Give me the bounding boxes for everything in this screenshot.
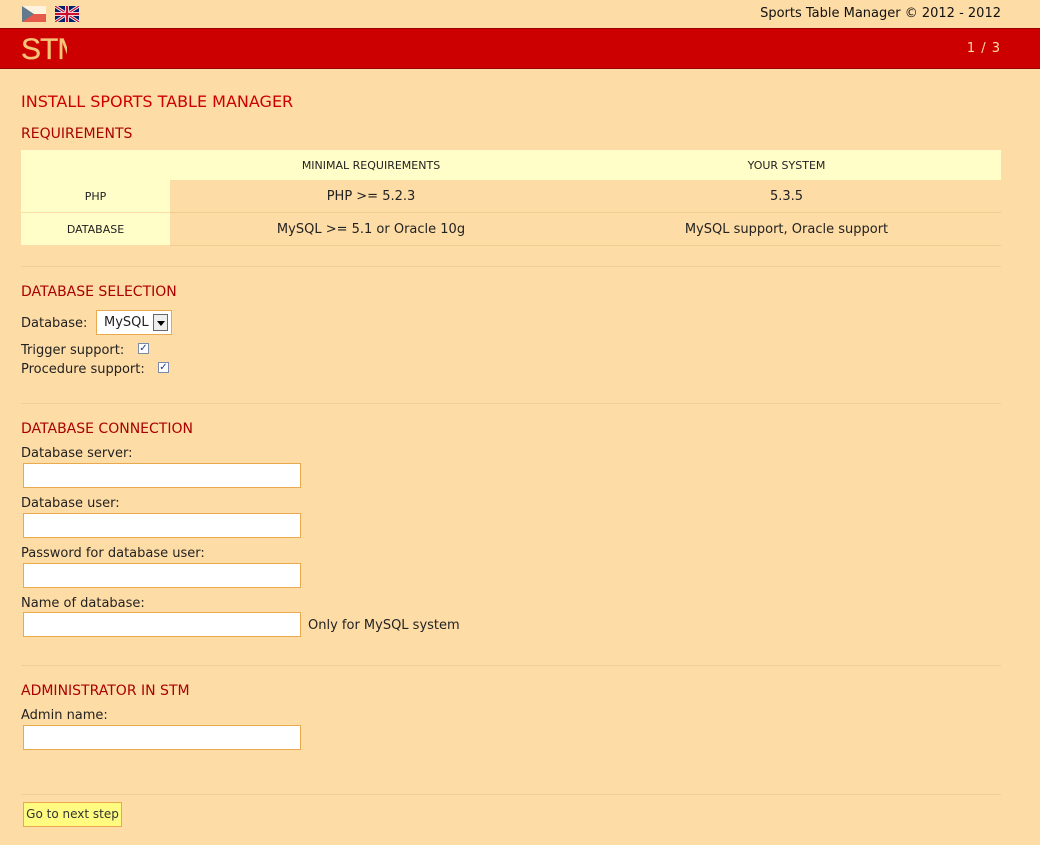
admin-heading: ADMINISTRATOR IN STM: [21, 683, 190, 699]
admin-name-label: Admin name:: [21, 708, 108, 723]
trigger-support-label: Trigger support:: [21, 343, 125, 358]
admin-name-input[interactable]: [23, 725, 301, 750]
db-server-input[interactable]: [23, 463, 301, 488]
db-connection-heading: DATABASE CONNECTION: [21, 421, 193, 437]
db-name-input[interactable]: [23, 612, 301, 637]
chevron-down-icon[interactable]: [153, 314, 168, 331]
page-title: INSTALL SPORTS TABLE MANAGER: [21, 92, 294, 111]
czech-flag-icon[interactable]: [22, 6, 46, 22]
php-system: 5.3.5: [572, 180, 1001, 213]
table-row: DATABASE MySQL >= 5.1 or Oracle 10g MySQ…: [21, 212, 1001, 246]
database-select[interactable]: MySQL: [96, 310, 172, 335]
database-system: MySQL support, Oracle support: [572, 212, 1001, 246]
divider: [21, 266, 1001, 267]
db-user-input[interactable]: [23, 513, 301, 538]
db-password-label: Password for database user:: [21, 546, 205, 561]
divider: [21, 665, 1001, 666]
database-minimal: MySQL >= 5.1 or Oracle 10g: [170, 212, 572, 246]
top-bar: Sports Table Manager © 2012 - 2012: [0, 0, 1040, 28]
db-selection-heading: DATABASE SELECTION: [21, 284, 177, 300]
db-name-hint: Only for MySQL system: [308, 618, 460, 633]
header-bar: STM 1 / 3: [0, 28, 1040, 69]
table-header-empty: [21, 150, 170, 180]
uk-flag-icon[interactable]: [55, 6, 79, 22]
copyright-text: Sports Table Manager © 2012 - 2012: [760, 6, 1001, 21]
trigger-support-checkbox[interactable]: ✓: [138, 343, 149, 354]
php-minimal: PHP >= 5.2.3: [170, 180, 572, 213]
procedure-support-checkbox[interactable]: ✓: [158, 362, 169, 373]
next-step-button[interactable]: Go to next step: [23, 802, 122, 827]
database-label: Database:: [21, 316, 88, 331]
db-server-label: Database server:: [21, 446, 133, 461]
page-counter: 1 / 3: [966, 41, 1001, 56]
row-label-php: PHP: [21, 180, 170, 213]
stm-logo: STM: [21, 33, 67, 63]
database-select-value: MySQL: [104, 315, 149, 330]
requirements-table: MINIMAL REQUIREMENTS YOUR SYSTEM PHP PHP…: [21, 150, 1001, 246]
divider: [21, 403, 1001, 404]
table-header-row: MINIMAL REQUIREMENTS YOUR SYSTEM: [21, 150, 1001, 180]
divider: [21, 794, 1001, 795]
table-header-system: YOUR SYSTEM: [572, 150, 1001, 180]
row-label-database: DATABASE: [21, 212, 170, 246]
svg-text:STM: STM: [21, 33, 67, 63]
procedure-support-label: Procedure support:: [21, 362, 145, 377]
requirements-heading: REQUIREMENTS: [21, 126, 133, 142]
db-user-label: Database user:: [21, 496, 120, 511]
table-header-minimal: MINIMAL REQUIREMENTS: [170, 150, 572, 180]
db-name-label: Name of database:: [21, 596, 145, 611]
db-password-input[interactable]: [23, 563, 301, 588]
table-row: PHP PHP >= 5.2.3 5.3.5: [21, 180, 1001, 213]
